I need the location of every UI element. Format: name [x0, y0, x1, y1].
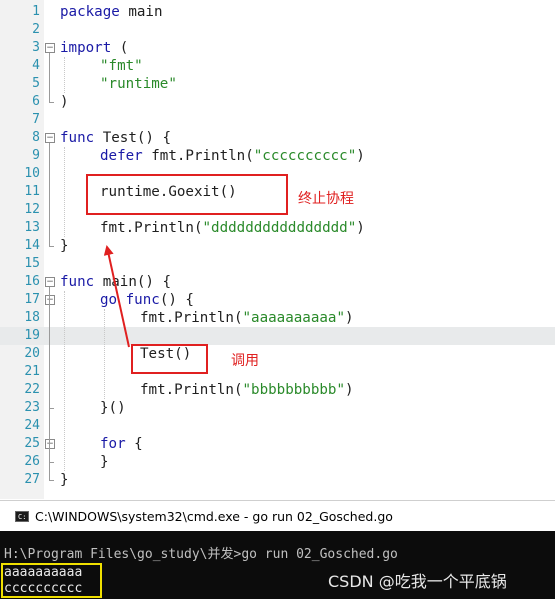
- call-arrow: [103, 245, 130, 348]
- cmd-window-icon: C:: [15, 511, 29, 522]
- watermark: CSDN @吃我一个平底锅: [328, 572, 507, 591]
- cmd-prompt-line: H:\Program Files\go_study\并发>go run 02_G…: [4, 547, 398, 562]
- code-editor[interactable]: 1 package main 2 3 import (−4 "fmt" 5 "runtime"…: [0, 0, 555, 499]
- cmd-window-title: C:\WINDOWS\system32\cmd.exe - go run 02_…: [35, 509, 393, 524]
- output-highlight-box: [1, 563, 102, 598]
- cmd-title-bar[interactable]: C: C:\WINDOWS\system32\cmd.exe - go run …: [0, 500, 555, 531]
